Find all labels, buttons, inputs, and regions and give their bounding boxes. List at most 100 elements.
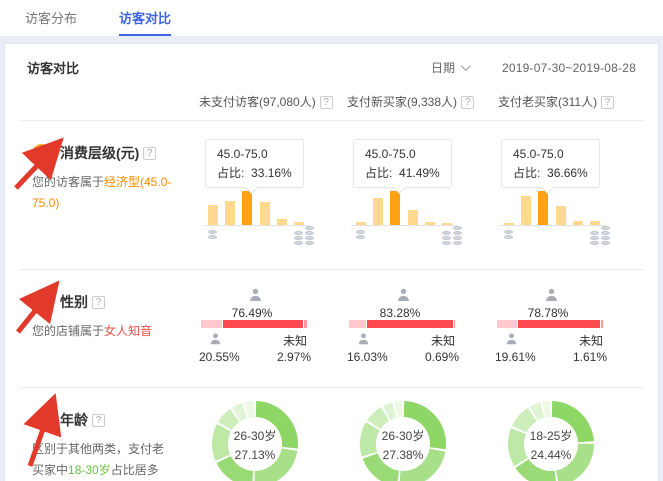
unknown-percent: 1.61%: [573, 350, 607, 364]
bar: [442, 223, 452, 225]
consumption-label-cell: ¥ 消费层级(元) ? 您的访客属于经济型(45.0-75.0): [19, 121, 199, 269]
coins-high-icon: [590, 226, 610, 245]
date-dropdown-label: 日期: [431, 59, 455, 76]
age-title: 年龄: [60, 410, 88, 430]
age-chart-old-buyers[interactable]: 18-25岁 24.44%: [495, 388, 643, 481]
gender-label-cell: 性别 ? 您的店铺属于女人知音: [19, 270, 199, 387]
help-icon[interactable]: ?: [92, 414, 105, 427]
unknown-segment: [304, 320, 307, 328]
age-person-icon: [32, 411, 51, 430]
tooltip-range: 45.0-75.0: [365, 145, 440, 164]
bar: [425, 222, 435, 225]
column-header-label: 支付老买家(311人): [498, 95, 597, 109]
age-description: 区别于其他两类，支付老买家中18-30岁占比居多: [32, 439, 172, 481]
gender-chart-unpaid[interactable]: 76.49% 20.55% 未知 2.97%: [199, 270, 347, 387]
tooltip-value: 33.16%: [251, 166, 292, 180]
coins-low-icon: [356, 230, 365, 239]
gender-people-icon: [32, 293, 51, 312]
date-filter: 日期 2019-07-30~2019-08-28: [431, 59, 636, 76]
female-percent: 76.49%: [199, 306, 305, 320]
consumption-chart-old-buyers[interactable]: 45.0-75.0 占比: 36.66%: [495, 121, 643, 269]
unknown-label: 未知: [431, 332, 455, 349]
bar: [373, 198, 383, 225]
gender-bar: [349, 320, 455, 328]
desc-highlight: 18-30岁: [68, 463, 111, 477]
male-percent: 16.03%: [347, 350, 388, 364]
column-header-unpaid: 未支付访客(97,080人)?: [199, 93, 321, 110]
chevron-down-icon: [461, 61, 471, 71]
column-header-old-buyers: 支付老买家(311人)?: [495, 93, 617, 110]
bar-highlighted: [538, 191, 548, 225]
consumption-title: 消费层级(元): [60, 143, 139, 163]
help-icon[interactable]: ?: [601, 96, 614, 109]
date-dropdown[interactable]: 日期: [431, 59, 468, 76]
section-consumption: ¥ 消费层级(元) ? 您的访客属于经济型(45.0-75.0) 45.0-75…: [19, 121, 644, 270]
gender-bar: [201, 320, 307, 328]
desc-highlight: 女人知音: [104, 324, 152, 338]
coins-high-icon: [294, 226, 314, 245]
female-segment: [518, 320, 600, 328]
male-icon: [504, 332, 519, 349]
bar: [573, 221, 583, 225]
consumption-chart-unpaid[interactable]: 45.0-75.0 占比: 33.16%: [199, 121, 347, 269]
bar: [260, 202, 270, 225]
bar-chart: [499, 188, 605, 226]
age-donut: [359, 400, 447, 481]
column-header-label: 支付新买家(9,338人): [347, 95, 457, 109]
male-icon: [356, 332, 371, 349]
male-icon: [208, 332, 223, 349]
tooltip-value: 36.66%: [547, 166, 588, 180]
help-icon[interactable]: ?: [143, 147, 156, 160]
gender-title: 性别: [60, 292, 88, 312]
bar: [590, 221, 600, 225]
tooltip-label: 占比:: [513, 166, 540, 180]
female-percent: 78.78%: [495, 306, 601, 320]
unknown-label: 未知: [283, 332, 307, 349]
female-icon: [543, 287, 560, 306]
age-chart-unpaid[interactable]: 26-30岁 27.13%: [199, 388, 347, 481]
male-segment: [349, 320, 366, 328]
bar: [294, 222, 304, 225]
bar: [521, 196, 531, 225]
bar-chart: [203, 188, 309, 226]
bar: [504, 223, 514, 225]
male-segment: [201, 320, 222, 328]
tooltip-value: 41.49%: [399, 166, 440, 180]
chart-tooltip: 45.0-75.0 占比: 41.49%: [353, 139, 452, 188]
help-icon[interactable]: ?: [461, 96, 474, 109]
page-title: 访客对比: [27, 58, 79, 77]
chart-tooltip: 45.0-75.0 占比: 33.16%: [205, 139, 304, 188]
female-segment: [223, 320, 303, 328]
tooltip-label: 占比:: [365, 166, 392, 180]
tab-visitor-compare[interactable]: 访客对比: [119, 0, 171, 36]
unknown-percent: 2.97%: [277, 350, 311, 364]
consumption-chart-new-buyers[interactable]: 45.0-75.0 占比: 41.49%: [347, 121, 495, 269]
bar-highlighted: [242, 191, 252, 225]
female-icon: [247, 287, 264, 306]
top-tab-bar: 访客分布 访客对比: [0, 0, 663, 36]
bar: [208, 205, 218, 225]
tooltip-range: 45.0-75.0: [217, 145, 292, 164]
age-donut: [211, 400, 299, 481]
visitor-compare-page: 访客分布 访客对比 访客对比 日期 2019-07-30~2019-08-28 …: [0, 0, 663, 481]
date-range-value[interactable]: 2019-07-30~2019-08-28: [502, 61, 636, 75]
help-icon[interactable]: ?: [92, 296, 105, 309]
bar: [408, 210, 418, 225]
age-chart-new-buyers[interactable]: 26-30岁 27.38%: [347, 388, 495, 481]
help-icon[interactable]: ?: [320, 96, 333, 109]
coins-low-icon: [208, 230, 217, 239]
bar: [277, 219, 287, 225]
tab-visitor-distribution[interactable]: 访客分布: [25, 0, 77, 36]
gender-chart-old-buyers[interactable]: 78.78% 19.61% 未知 1.61%: [495, 270, 643, 387]
unknown-label: 未知: [579, 332, 603, 349]
desc-text: 占比居多: [111, 463, 159, 477]
coins-high-icon: [442, 226, 462, 245]
female-segment: [367, 320, 454, 328]
age-label-cell: 年龄 ? 区别于其他两类，支付老买家中18-30岁占比居多: [19, 388, 199, 481]
unknown-segment: [454, 320, 455, 328]
compare-grid: 未支付访客(97,080人)? 支付新买家(9,338人)? 支付老买家(311…: [5, 83, 658, 481]
section-age: 年龄 ? 区别于其他两类，支付老买家中18-30岁占比居多 26-30岁 27.…: [19, 388, 644, 481]
yen-coin-icon: ¥: [32, 144, 51, 163]
gender-chart-new-buyers[interactable]: 83.28% 16.03% 未知 0.69%: [347, 270, 495, 387]
bar: [356, 222, 366, 225]
